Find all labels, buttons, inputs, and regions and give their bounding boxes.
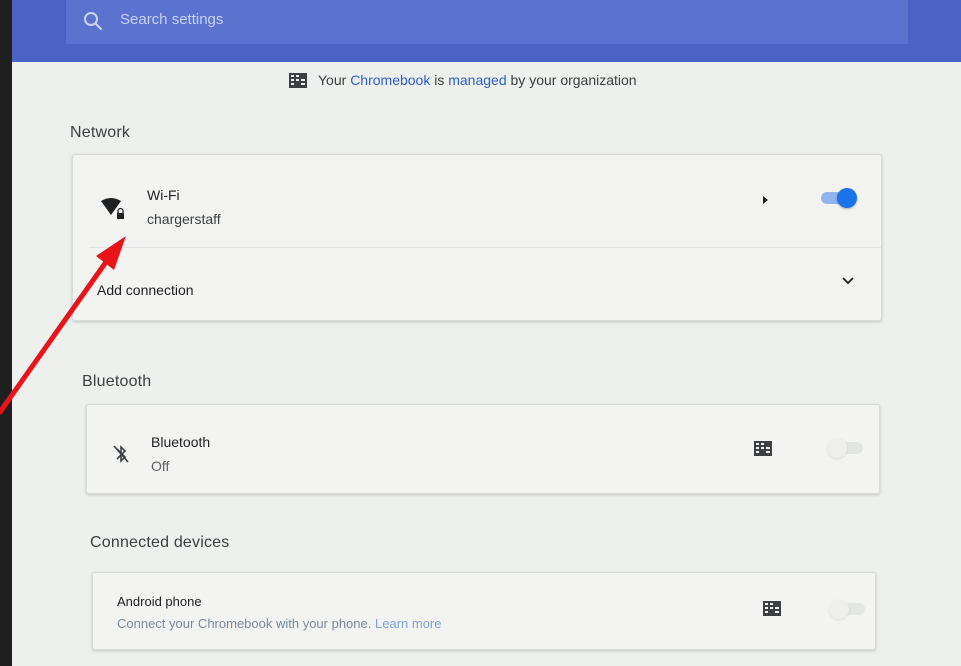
wifi-lock-icon: [99, 197, 129, 228]
settings-header: Search settings: [12, 0, 961, 62]
search-input[interactable]: Search settings: [120, 11, 223, 28]
managed-text: Your Chromebook is managed by your organ…: [318, 72, 637, 88]
bluetooth-section-title: Bluetooth: [82, 373, 152, 390]
chevron-down-icon[interactable]: [841, 274, 855, 292]
bluetooth-toggle[interactable]: [827, 436, 867, 458]
add-connection-row[interactable]: Add connection: [73, 248, 881, 318]
settings-screen: Search settings Your Chromebook is manag…: [12, 0, 961, 666]
android-phone-label: Android phone: [117, 594, 202, 609]
building-icon: [753, 439, 773, 462]
bluetooth-card: Bluetooth Off: [86, 404, 880, 494]
bluetooth-label: Bluetooth: [151, 434, 211, 450]
bluetooth-toggle-knob: [827, 438, 847, 458]
wifi-label: Wi-Fi: [147, 187, 180, 203]
android-phone-desc: Connect your Chromebook with your phone.…: [117, 616, 441, 631]
wifi-network-name: chargerstaff: [147, 211, 221, 227]
bluetooth-status: Off: [151, 458, 170, 474]
wifi-row[interactable]: Wi-Fi chargerstaff: [73, 155, 881, 245]
connected-devices-section-title: Connected devices: [90, 534, 230, 551]
learn-more-link[interactable]: Learn more: [375, 616, 441, 631]
android-phone-toggle[interactable]: [829, 597, 869, 619]
android-toggle-knob: [829, 599, 849, 619]
search-icon[interactable]: [82, 10, 104, 32]
wifi-toggle-knob: [837, 188, 857, 208]
managed-suffix: by your organization: [506, 72, 637, 88]
network-card: Wi-Fi chargerstaff Add connection: [72, 154, 882, 321]
network-section-title: Network: [70, 124, 131, 141]
managed-link[interactable]: managed: [448, 72, 506, 88]
chromebook-link[interactable]: Chromebook: [350, 72, 430, 88]
managed-notice: Your Chromebook is managed by your organ…: [288, 68, 637, 92]
android-phone-desc-text: Connect your Chromebook with your phone.: [117, 616, 372, 631]
connected-devices-card: Android phone Connect your Chromebook wi…: [92, 572, 876, 650]
chevron-right-icon[interactable]: [759, 193, 771, 212]
managed-prefix: Your: [318, 72, 351, 88]
wifi-toggle[interactable]: [819, 186, 859, 208]
android-phone-row[interactable]: Android phone Connect your Chromebook wi…: [93, 573, 875, 649]
bluetooth-row[interactable]: Bluetooth Off: [87, 405, 879, 493]
building-icon: [288, 71, 308, 89]
building-icon: [762, 599, 782, 622]
search-box[interactable]: Search settings: [66, 0, 908, 44]
bluetooth-disabled-icon: [111, 443, 131, 470]
managed-middle: is: [430, 72, 449, 88]
add-connection-label: Add connection: [97, 282, 194, 298]
